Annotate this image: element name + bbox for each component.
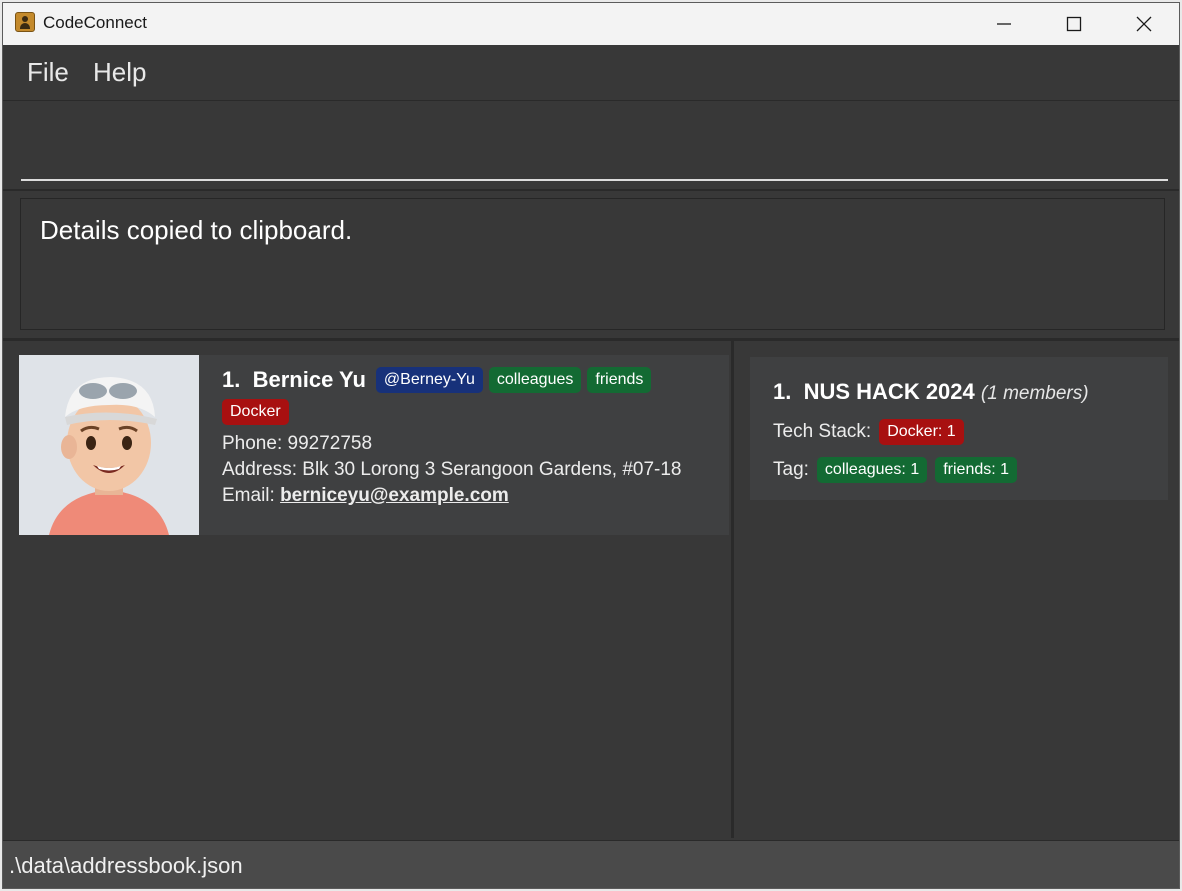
minimize-button[interactable] [969,3,1039,45]
avatar [19,355,199,535]
minimize-icon [997,23,1011,25]
maximize-button[interactable] [1039,3,1109,45]
menu-help[interactable]: Help [93,57,146,88]
address-value: Blk 30 Lorong 3 Serangoon Gardens, #07-1… [302,459,682,480]
phone-value: 99272758 [287,433,373,454]
data-file-path: .\data\addressbook.json [9,853,243,878]
person-details: 1. Bernice Yu @Berney-Yu colleagues frie… [222,367,722,509]
tech-count-badge: Docker: 1 [879,419,964,445]
close-icon [1136,16,1152,32]
group-title: 1. NUS HACK 2024 (1 members) [773,379,1089,404]
tag-badge: friends [587,367,652,393]
tag-label: Tag: [773,459,809,480]
result-message: Details copied to clipboard. [40,215,353,245]
status-bar: .\data\addressbook.json [3,840,1179,888]
person-name: 1. Bernice Yu [222,367,366,392]
group-members-count: (1 members) [980,383,1089,404]
tag-count-badge: colleagues: 1 [816,457,928,483]
group-tag-row: Tag: colleagues: 1 friends: 1 [773,457,1018,483]
tag-count-badge: friends: 1 [935,457,1018,483]
tag-badge: colleagues [488,367,582,393]
group-tech-row: Tech Stack: Docker: 1 [773,419,964,445]
window-title: CodeConnect [43,13,147,32]
tech-badge: Docker [222,399,289,425]
app-logo-icon [15,12,35,32]
avatar-image [19,355,199,535]
result-display: Details copied to clipboard. [20,198,1165,330]
menu-file[interactable]: File [27,57,69,88]
phone-row: Phone: 99272758 [222,433,373,454]
address-row: Address: Blk 30 Lorong 3 Serangoon Garde… [222,459,682,480]
menu-bar: File Help [3,45,1179,101]
email-row: Email: berniceyu@example.com [222,485,509,506]
app-window: CodeConnect File Help Details copied to … [2,2,1180,889]
command-input[interactable] [21,121,1168,181]
maximize-icon [1066,16,1082,32]
tech-stack-label: Tech Stack: [773,421,872,442]
person-card[interactable]: 1. Bernice Yu @Berney-Yu colleagues frie… [19,355,729,535]
group-list-panel[interactable]: 1. NUS HACK 2024 (1 members) Tech Stack:… [734,341,1179,838]
person-list-panel[interactable]: 1. Bernice Yu @Berney-Yu colleagues frie… [3,341,731,838]
group-name: NUS HACK 2024 [803,379,975,404]
command-box [3,100,1179,191]
github-badge: @Berney-Yu [375,367,483,393]
group-card[interactable]: 1. NUS HACK 2024 (1 members) Tech Stack:… [750,357,1168,500]
close-button[interactable] [1109,3,1179,45]
title-bar[interactable]: CodeConnect [3,3,1179,45]
email-link[interactable]: berniceyu@example.com [280,485,509,506]
